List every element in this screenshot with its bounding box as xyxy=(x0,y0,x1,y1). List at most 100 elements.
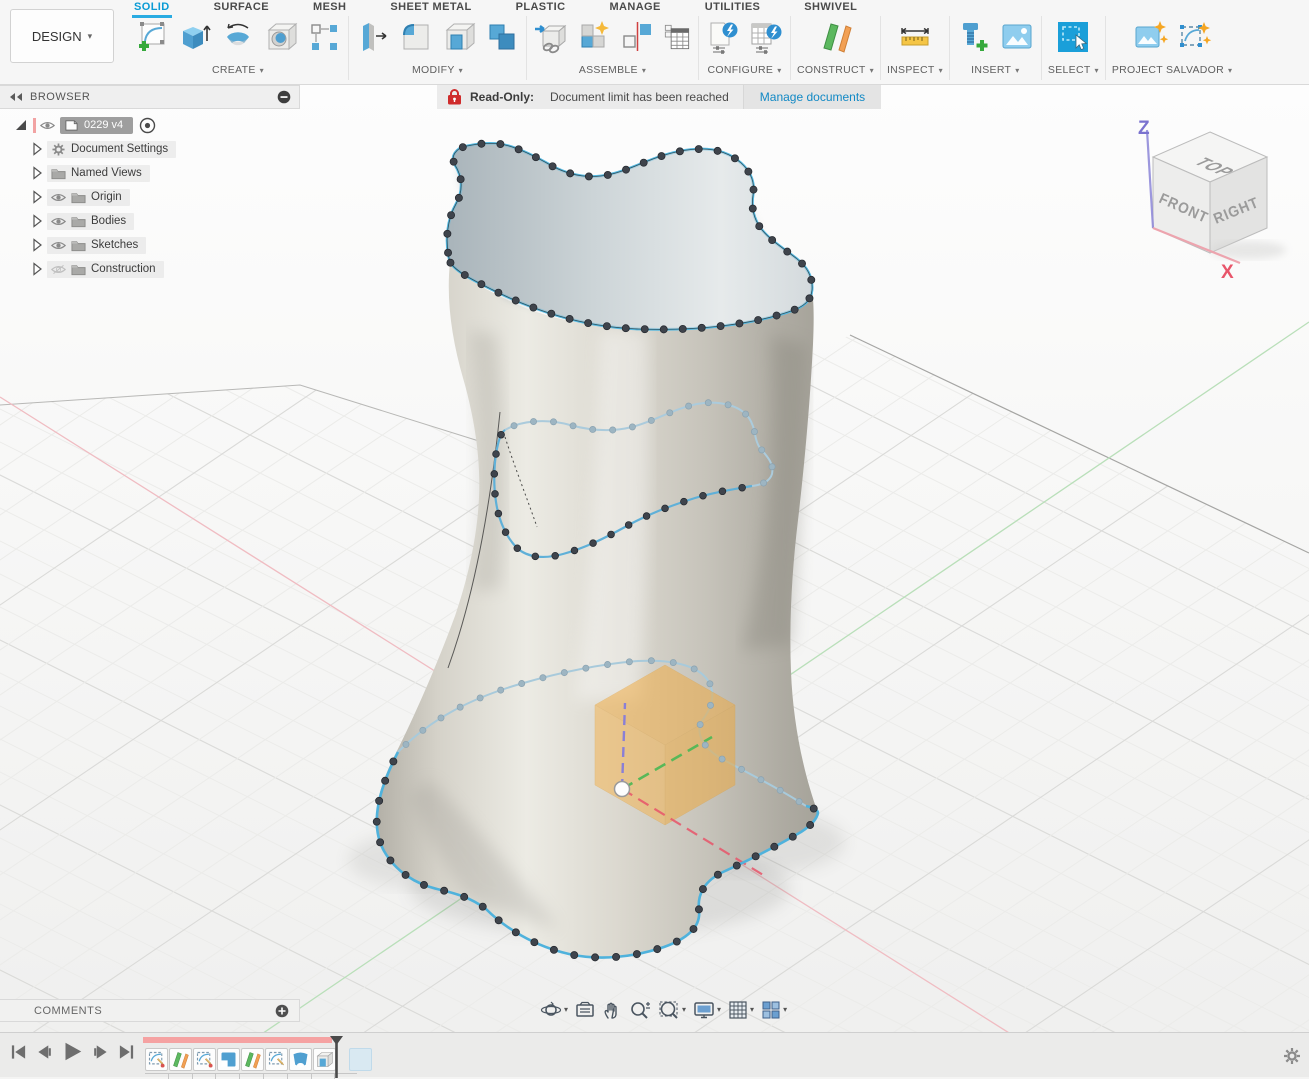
insert-fastener-icon[interactable] xyxy=(956,19,992,55)
manage-documents-link[interactable]: Manage documents xyxy=(744,85,881,109)
create-sketch-icon[interactable] xyxy=(134,19,170,55)
origin-point xyxy=(615,782,630,797)
display-settings-icon xyxy=(693,1000,715,1020)
timeline-feature-sketch[interactable] xyxy=(145,1048,168,1071)
configuration-icon[interactable] xyxy=(705,19,741,55)
orbit-tool[interactable]: ▾ xyxy=(538,999,570,1021)
readonly-banner: Read-Only: Document limit has been reach… xyxy=(437,85,881,109)
collapsed-arrow-icon[interactable] xyxy=(30,238,44,252)
extrude-icon[interactable] xyxy=(177,19,213,55)
create-group-label[interactable]: CREATE▾ xyxy=(212,64,264,76)
modify-group-label[interactable]: MODIFY▾ xyxy=(412,64,463,76)
tab-utilities[interactable]: UTILITIES xyxy=(703,0,763,15)
browser-item-sketches[interactable]: Sketches xyxy=(14,233,300,257)
configure-group-label[interactable]: CONFIGURE▾ xyxy=(707,64,781,76)
press-pull-icon[interactable] xyxy=(355,19,391,55)
timeline-feature-loft[interactable] xyxy=(289,1048,312,1071)
timeline-feature-sketch[interactable] xyxy=(193,1048,216,1071)
collapsed-arrow-icon[interactable] xyxy=(30,214,44,228)
bom-table-icon[interactable] xyxy=(662,20,692,54)
fillet-icon[interactable] xyxy=(398,19,434,55)
joint-icon[interactable] xyxy=(619,19,655,55)
go-to-start-button[interactable] xyxy=(10,1043,27,1061)
step-back-button[interactable] xyxy=(36,1043,53,1061)
group-insert: INSERT▾ xyxy=(950,16,1042,80)
browser-item-bodies[interactable]: Bodies xyxy=(14,209,300,233)
tab-shwivel[interactable]: SHWIVEL xyxy=(802,0,859,15)
zoom-tool[interactable] xyxy=(627,999,653,1021)
timeline-feature-form[interactable] xyxy=(217,1048,240,1071)
step-forward-button[interactable] xyxy=(92,1043,109,1061)
combine-icon[interactable] xyxy=(484,19,520,55)
viewports[interactable]: ▾ xyxy=(759,999,789,1021)
design-workspace-menu[interactable]: DESIGN ▾ xyxy=(10,9,114,63)
window-zoom-tool[interactable]: ▾ xyxy=(656,999,688,1021)
shell-icon[interactable] xyxy=(441,19,477,55)
browser-item-document-settings[interactable]: Document Settings xyxy=(14,137,300,161)
eye-icon[interactable] xyxy=(40,119,55,132)
canvas-image-icon[interactable] xyxy=(999,19,1035,55)
browser-item-origin[interactable]: Origin xyxy=(14,185,300,209)
collapsed-arrow-icon[interactable] xyxy=(30,142,44,156)
collapsed-arrow-icon[interactable] xyxy=(30,262,44,276)
eye-hidden-icon[interactable] xyxy=(51,263,66,276)
browser-item-label: Document Settings xyxy=(71,143,168,155)
expanded-arrow-icon[interactable] xyxy=(14,118,28,132)
root-component[interactable]: 0229 v4 xyxy=(60,117,133,134)
activate-component-icon[interactable] xyxy=(139,117,156,134)
collapse-panel-icon[interactable] xyxy=(8,92,24,102)
grid-boundary-left xyxy=(0,385,530,457)
remove-panel-icon[interactable] xyxy=(277,90,291,104)
timeline-feature-sketch[interactable] xyxy=(265,1048,288,1071)
tab-surface[interactable]: SURFACE xyxy=(212,0,271,15)
rectangular-pattern-icon[interactable] xyxy=(306,19,342,55)
measure-icon[interactable] xyxy=(897,19,933,55)
ai-image-icon[interactable] xyxy=(1133,19,1169,55)
ai-sketch-icon[interactable] xyxy=(1176,19,1212,55)
project-salvador-group-label[interactable]: PROJECT SALVADOR▾ xyxy=(1112,64,1233,76)
tab-sheet-metal[interactable]: SHEET METAL xyxy=(388,0,473,15)
grid-and-snaps[interactable]: ▾ xyxy=(726,999,756,1021)
tab-manage[interactable]: MANAGE xyxy=(607,0,662,15)
collapsed-arrow-icon[interactable] xyxy=(30,190,44,204)
play-button[interactable] xyxy=(62,1041,83,1062)
browser-root-row[interactable]: 0229 v4 xyxy=(14,113,300,137)
new-component-icon[interactable] xyxy=(576,19,612,55)
hole-icon[interactable] xyxy=(263,19,299,55)
construct-group-label[interactable]: CONSTRUCT▾ xyxy=(797,64,874,76)
look-at-icon xyxy=(575,1000,595,1020)
browser-item-named-views[interactable]: Named Views xyxy=(14,161,300,185)
select-icon[interactable] xyxy=(1055,19,1091,55)
chevron-down-icon: ▾ xyxy=(1095,66,1099,75)
viewcube[interactable]: TOP FRONT RIGHT Z X xyxy=(1138,118,1286,283)
comments-panel[interactable]: COMMENTS xyxy=(0,999,300,1022)
tab-mesh[interactable]: MESH xyxy=(311,0,348,15)
look-at-tool[interactable] xyxy=(573,999,597,1021)
timeline-feature-pending[interactable] xyxy=(349,1048,372,1071)
eye-icon[interactable] xyxy=(51,191,66,204)
timeline-settings-gear-icon[interactable] xyxy=(1283,1047,1301,1065)
chevron-down-icon: ▾ xyxy=(783,1005,787,1014)
assemble-group-label[interactable]: ASSEMBLE▾ xyxy=(579,64,646,76)
display-settings[interactable]: ▾ xyxy=(691,999,723,1021)
timeline-feature-plane[interactable] xyxy=(169,1048,192,1071)
timeline-playhead[interactable] xyxy=(330,1036,343,1078)
go-to-end-button[interactable] xyxy=(118,1043,135,1061)
tab-plastic[interactable]: PLASTIC xyxy=(514,0,568,15)
timeline-ruler xyxy=(145,1073,357,1078)
pan-tool[interactable] xyxy=(600,999,624,1021)
browser-item-construction[interactable]: Construction xyxy=(14,257,300,281)
insert-derive-icon[interactable] xyxy=(533,19,569,55)
inspect-group-label[interactable]: INSPECT▾ xyxy=(887,64,943,76)
select-group-label[interactable]: SELECT▾ xyxy=(1048,64,1099,76)
timeline-feature-plane[interactable] xyxy=(241,1048,264,1071)
collapsed-arrow-icon[interactable] xyxy=(30,166,44,180)
revolve-icon[interactable] xyxy=(220,19,256,55)
eye-icon[interactable] xyxy=(51,215,66,228)
construct-plane-icon[interactable] xyxy=(817,19,853,55)
add-comment-icon[interactable] xyxy=(275,1004,289,1018)
eye-icon[interactable] xyxy=(51,239,66,252)
insert-group-label[interactable]: INSERT▾ xyxy=(971,64,1019,76)
group-create: CREATE▾ xyxy=(128,16,349,80)
configuration-table-icon[interactable] xyxy=(748,19,784,55)
